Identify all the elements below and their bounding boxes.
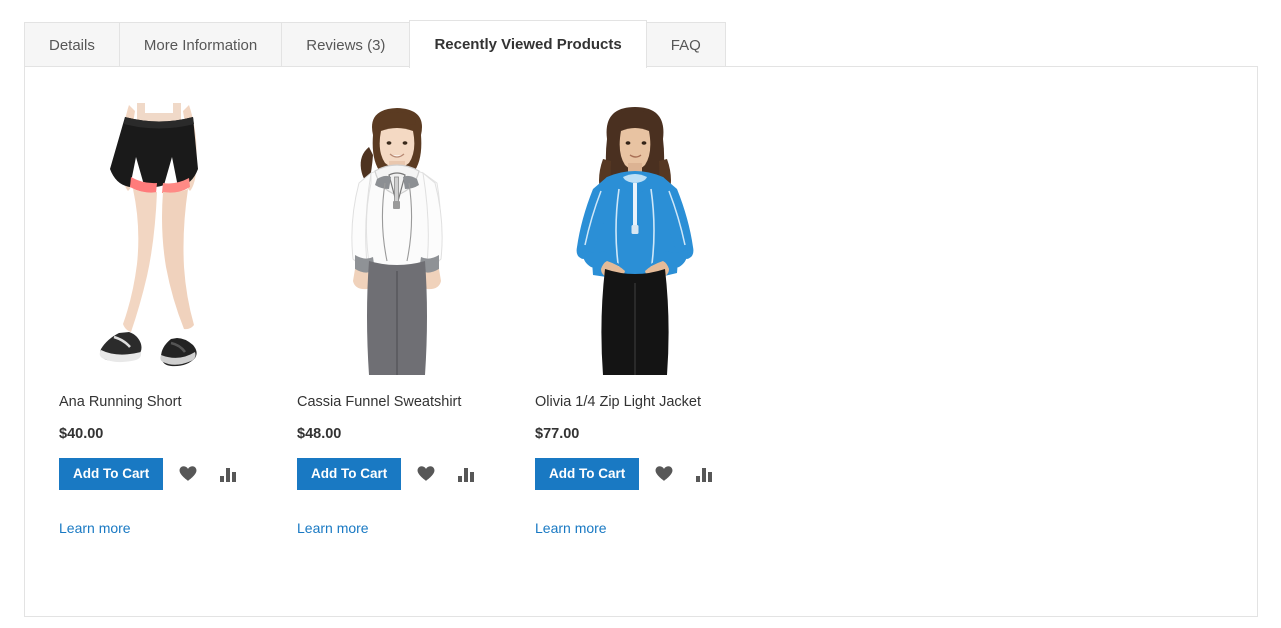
- tab-reviews[interactable]: Reviews (3): [281, 22, 411, 68]
- tab-details[interactable]: Details: [24, 22, 120, 68]
- product-price: $40.00: [59, 425, 104, 442]
- add-to-cart-button[interactable]: Add To Cart: [297, 457, 402, 490]
- learn-more-link[interactable]: Learn more: [59, 520, 131, 536]
- product-card: Cassia Funnel Sweatshirt $48.00 Add To C…: [297, 103, 535, 538]
- learn-more-link[interactable]: Learn more: [297, 520, 369, 536]
- tab-label: Reviews (3): [306, 37, 386, 54]
- product-name: Ana Running Short: [59, 394, 182, 410]
- tab-faq[interactable]: FAQ: [645, 22, 726, 68]
- product-grid: Ana Running Short $40.00 Add To Cart Lea…: [25, 67, 1257, 538]
- product-card: Ana Running Short $40.00 Add To Cart Lea…: [59, 103, 297, 538]
- compare-bars-icon[interactable]: [217, 463, 239, 485]
- compare-bars-icon[interactable]: [693, 463, 715, 485]
- product-image-olivia-zip-light-jacket[interactable]: [535, 103, 735, 375]
- tab-label: FAQ: [670, 37, 701, 54]
- heart-icon[interactable]: [653, 463, 675, 485]
- tab-label: Recently Viewed Products: [434, 36, 622, 53]
- tab-more-information[interactable]: More Information: [118, 22, 283, 68]
- product-image-ana-running-short[interactable]: [59, 103, 259, 375]
- learn-more-link[interactable]: Learn more: [535, 520, 607, 536]
- product-price: $48.00: [297, 425, 342, 442]
- compare-bars-icon[interactable]: [455, 463, 477, 485]
- product-price: $77.00: [535, 425, 580, 442]
- product-actions: Add To Cart: [297, 457, 535, 490]
- add-to-cart-button[interactable]: Add To Cart: [535, 457, 640, 490]
- product-name: Cassia Funnel Sweatshirt: [297, 394, 462, 410]
- product-image-cassia-funnel-sweatshirt[interactable]: [297, 103, 497, 375]
- tab-recently-viewed-products[interactable]: Recently Viewed Products: [409, 20, 647, 68]
- add-to-cart-button[interactable]: Add To Cart: [59, 457, 164, 490]
- product-actions: Add To Cart: [59, 457, 297, 490]
- product-actions: Add To Cart: [535, 457, 773, 490]
- recently-viewed-products-panel: Ana Running Short $40.00 Add To Cart Lea…: [24, 66, 1258, 617]
- product-card: Olivia 1/4 Zip Light Jacket $77.00 Add T…: [535, 103, 773, 538]
- tab-label: Details: [49, 37, 95, 54]
- heart-icon[interactable]: [177, 463, 199, 485]
- heart-icon[interactable]: [415, 463, 437, 485]
- product-tabs: Details More Information Reviews (3) Rec…: [0, 0, 1281, 68]
- product-name: Olivia 1/4 Zip Light Jacket: [535, 394, 702, 410]
- tab-label: More Information: [143, 37, 258, 54]
